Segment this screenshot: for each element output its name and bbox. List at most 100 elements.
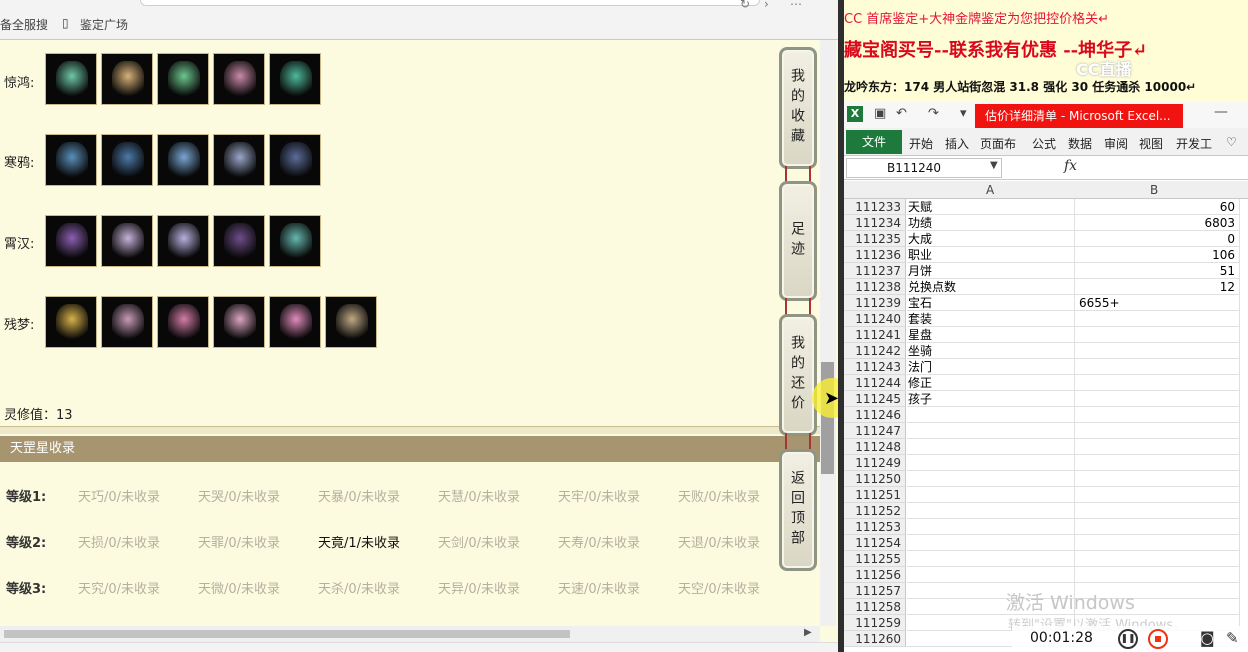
- item-slot[interactable]: [269, 53, 321, 105]
- row-number[interactable]: 111247: [844, 423, 906, 439]
- cell-a[interactable]: 大成: [907, 231, 1075, 247]
- cell-a[interactable]: 坐骑: [907, 343, 1075, 359]
- row-number[interactable]: 111245: [844, 391, 906, 407]
- item-slot[interactable]: [101, 134, 153, 186]
- cell-b[interactable]: [1075, 343, 1240, 359]
- cell-b[interactable]: [1075, 551, 1240, 567]
- item-slot[interactable]: [101, 215, 153, 267]
- row-number[interactable]: 111233: [844, 199, 906, 215]
- item-slot[interactable]: [213, 53, 265, 105]
- footprint-button[interactable]: 足迹: [779, 181, 817, 301]
- item-slot[interactable]: [269, 296, 321, 348]
- row-number[interactable]: 111257: [844, 583, 906, 599]
- tab-developer[interactable]: 开发工: [1176, 135, 1212, 152]
- cell-a[interactable]: [907, 487, 1075, 503]
- name-box[interactable]: B111240: [846, 158, 1002, 178]
- fx-icon[interactable]: fx: [1064, 158, 1077, 174]
- cell-b[interactable]: 51: [1075, 263, 1240, 279]
- row-number[interactable]: 111258: [844, 599, 906, 615]
- cell-a[interactable]: [907, 519, 1075, 535]
- tab-review[interactable]: 审阅: [1104, 135, 1128, 152]
- pause-icon[interactable]: ❚❚: [1118, 629, 1138, 649]
- cell-a[interactable]: [907, 455, 1075, 471]
- cell-b[interactable]: 12: [1075, 279, 1240, 295]
- ribbon-heart-icon[interactable]: ♡: [1226, 135, 1237, 149]
- cell-b[interactable]: [1075, 391, 1240, 407]
- column-header-a[interactable]: A: [986, 183, 994, 197]
- cell-a[interactable]: [907, 423, 1075, 439]
- cell-b[interactable]: 106: [1075, 247, 1240, 263]
- row-number[interactable]: 111238: [844, 279, 906, 295]
- row-number[interactable]: 111239: [844, 295, 906, 311]
- item-slot[interactable]: [213, 296, 265, 348]
- cell-b[interactable]: [1075, 375, 1240, 391]
- item-slot[interactable]: [269, 134, 321, 186]
- cell-a[interactable]: [907, 439, 1075, 455]
- cell-a[interactable]: 兑换点数: [907, 279, 1075, 295]
- row-number[interactable]: 111243: [844, 359, 906, 375]
- cell-a[interactable]: [907, 567, 1075, 583]
- scrollbar-thumb[interactable]: [4, 630, 570, 638]
- cell-a[interactable]: 孩子: [907, 391, 1075, 407]
- row-number[interactable]: 111259: [844, 615, 906, 631]
- horizontal-scrollbar[interactable]: ▶: [0, 626, 820, 642]
- cell-b[interactable]: [1075, 359, 1240, 375]
- tab-insert[interactable]: 插入: [945, 135, 969, 152]
- cell-a[interactable]: 法门: [907, 359, 1075, 375]
- cell-b[interactable]: [1075, 423, 1240, 439]
- row-number[interactable]: 111260: [844, 631, 906, 647]
- item-slot[interactable]: [157, 215, 209, 267]
- cell-b[interactable]: [1075, 519, 1240, 535]
- cell-b[interactable]: [1075, 487, 1240, 503]
- tab-formulas[interactable]: 公式: [1032, 135, 1056, 152]
- item-slot[interactable]: [45, 296, 97, 348]
- item-slot[interactable]: [325, 296, 377, 348]
- vertical-scrollbar[interactable]: [820, 40, 836, 626]
- item-slot[interactable]: [213, 134, 265, 186]
- cell-a[interactable]: 宝石: [907, 295, 1075, 311]
- back-to-top-button[interactable]: 返回顶部: [779, 449, 817, 571]
- row-number[interactable]: 111237: [844, 263, 906, 279]
- cell-a[interactable]: 天赋: [907, 199, 1075, 215]
- item-slot[interactable]: [157, 53, 209, 105]
- row-number[interactable]: 111256: [844, 567, 906, 583]
- spreadsheet-grid[interactable]: A B 111233 天赋 60 111234 功绩 6803 111235 大成 0 11123…: [844, 181, 1248, 652]
- item-slot[interactable]: [45, 134, 97, 186]
- item-slot[interactable]: [45, 53, 97, 105]
- cell-b[interactable]: [1075, 503, 1240, 519]
- row-number[interactable]: 111246: [844, 407, 906, 423]
- cell-a[interactable]: [907, 503, 1075, 519]
- cell-b[interactable]: [1075, 567, 1240, 583]
- cell-a[interactable]: [907, 535, 1075, 551]
- row-number[interactable]: 111252: [844, 503, 906, 519]
- item-slot[interactable]: [269, 215, 321, 267]
- item-slot[interactable]: [101, 53, 153, 105]
- row-number[interactable]: 111240: [844, 311, 906, 327]
- my-counteroffer-button[interactable]: 我的还价: [779, 314, 817, 436]
- cell-b[interactable]: 60: [1075, 199, 1240, 215]
- row-number[interactable]: 111248: [844, 439, 906, 455]
- item-slot[interactable]: [157, 134, 209, 186]
- undo-icon[interactable]: ↶: [896, 106, 907, 121]
- cell-b[interactable]: [1075, 535, 1240, 551]
- customize-toolbar-icon[interactable]: ▾: [960, 106, 967, 121]
- cell-b[interactable]: [1075, 327, 1240, 343]
- row-number[interactable]: 111250: [844, 471, 906, 487]
- pen-icon[interactable]: ✎: [1226, 629, 1239, 647]
- row-number[interactable]: 111253: [844, 519, 906, 535]
- column-header-b[interactable]: B: [1150, 183, 1158, 197]
- redo-icon[interactable]: ↷: [928, 106, 939, 121]
- minimize-icon[interactable]: —: [1214, 104, 1228, 120]
- forward-icon[interactable]: ›: [764, 0, 769, 11]
- item-slot[interactable]: [45, 215, 97, 267]
- row-number[interactable]: 111249: [844, 455, 906, 471]
- cell-b[interactable]: 0: [1075, 231, 1240, 247]
- save-icon[interactable]: ▣: [874, 106, 886, 121]
- cell-b[interactable]: [1075, 455, 1240, 471]
- cell-b[interactable]: [1075, 471, 1240, 487]
- row-number[interactable]: 111234: [844, 215, 906, 231]
- row-number[interactable]: 111241: [844, 327, 906, 343]
- menu-icon[interactable]: ⋯: [790, 0, 802, 11]
- row-number[interactable]: 111236: [844, 247, 906, 263]
- row-number[interactable]: 111254: [844, 535, 906, 551]
